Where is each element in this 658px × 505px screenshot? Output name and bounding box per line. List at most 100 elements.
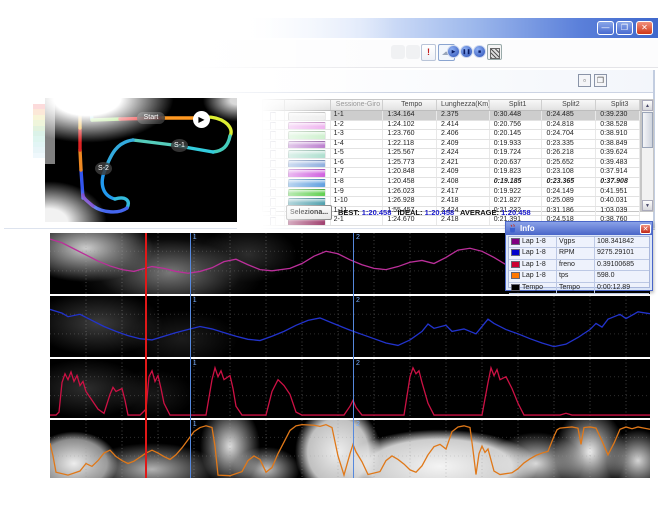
lap-row[interactable]: 1-51:25.5672.4240:19.7240:26.2180:39.624	[263, 149, 640, 159]
info-channel: tps	[556, 271, 594, 281]
faded-tool-icon[interactable]	[406, 45, 420, 59]
lap-checkbox[interactable]	[263, 197, 285, 206]
checkbox-icon[interactable]	[270, 198, 276, 206]
checkbox-icon[interactable]	[270, 169, 276, 177]
lap-cell: 1:25.567	[383, 149, 437, 158]
checkbox-icon[interactable]	[270, 112, 276, 120]
map-play-icon[interactable]: ▶	[193, 111, 210, 128]
ideal-value: 1:20.458	[425, 208, 455, 217]
table-header[interactable]: Sessione-Giro Tempo Lunghezza(Km) Split1…	[263, 100, 640, 111]
lap-color-swatch	[285, 121, 331, 130]
cursor-label: 1	[193, 360, 197, 367]
window-titlebar[interactable]: — ❐ ✕	[0, 18, 658, 38]
header-tempo[interactable]: Tempo	[383, 100, 437, 110]
lap-cell: 0:19.724	[490, 149, 543, 158]
table-scrollbar[interactable]: ▲ ▼	[641, 99, 654, 212]
lap-cell: 0:39.230	[596, 111, 640, 120]
lap-cell: 1:26.928	[383, 197, 437, 206]
series-tps	[50, 425, 650, 476]
lap-cell: 2.414	[437, 121, 490, 130]
lap-cell: 2.418	[437, 216, 490, 225]
info-row: TempoTempo0:00:12.89	[509, 283, 649, 294]
chart-tps[interactable]: 12	[50, 420, 650, 478]
lap-checkbox[interactable]	[263, 111, 285, 120]
video-sync-button[interactable]	[487, 44, 502, 60]
faded-tool-icon[interactable]	[391, 45, 405, 59]
lap-cell: 1:20.458	[383, 178, 437, 187]
play-button[interactable]: ▶	[447, 45, 460, 58]
measure-cursor-2[interactable]	[353, 233, 354, 478]
chart-canvas-RPM	[50, 296, 650, 357]
playback-cursor[interactable]	[145, 233, 147, 478]
checkbox-icon[interactable]	[270, 160, 276, 168]
restore-button[interactable]: ❐	[616, 21, 633, 35]
lap-checkbox[interactable]	[263, 178, 285, 187]
seleziona-button[interactable]: Seleziona...	[286, 205, 332, 220]
lap-checkbox[interactable]	[263, 207, 285, 216]
lap-color-swatch	[285, 149, 331, 158]
lap-cell: 1-10	[331, 197, 384, 206]
lap-checkbox[interactable]	[263, 121, 285, 130]
checkbox-icon[interactable]	[270, 150, 276, 158]
lap-checkbox[interactable]	[263, 140, 285, 149]
measure-cursor-1[interactable]	[190, 233, 191, 478]
lap-checkbox[interactable]	[263, 149, 285, 158]
lap-checkbox[interactable]	[263, 130, 285, 139]
lap-row[interactable]: 1-41:22.1182.4090:19.9330:23.3350:38.849	[263, 140, 640, 150]
internal-frame-titlebar[interactable]	[4, 70, 655, 93]
lap-row[interactable]: 1-91:26.0232.4170:19.9220:24.1490:41.951	[263, 188, 640, 198]
info-value: 598.0	[594, 271, 649, 281]
info-value: 108.341842	[594, 237, 649, 247]
lap-color-swatch	[285, 130, 331, 139]
lap-row[interactable]: 1-81:20.4582.4080:19.1850:23.3650:37.908	[263, 178, 640, 188]
header-split3[interactable]: Split3	[596, 100, 640, 110]
checkbox-icon[interactable]	[270, 208, 276, 216]
scrollbar-thumb[interactable]	[642, 112, 653, 148]
chart-freno[interactable]: 12	[50, 359, 650, 418]
checkbox-icon[interactable]	[270, 217, 276, 225]
lap-row[interactable]: 1-61:25.7732.4210:20.6370:25.6520:39.483	[263, 159, 640, 169]
lap-cell: 1:26.023	[383, 188, 437, 197]
chart-rpm[interactable]: 12	[50, 296, 650, 357]
checkbox-icon[interactable]	[270, 189, 276, 197]
info-titlebar[interactable]: Info ✕	[506, 222, 652, 235]
header-color-col	[285, 100, 331, 110]
close-button[interactable]: ✕	[636, 21, 653, 35]
lap-cell: 1:24.102	[383, 121, 437, 130]
scroll-up-icon[interactable]: ▲	[642, 100, 653, 111]
lap-checkbox[interactable]	[263, 188, 285, 197]
header-split2[interactable]: Split2	[542, 100, 596, 110]
lap-row[interactable]: 1-21:24.1022.4140:20.7560:24.8180:38.528	[263, 121, 640, 131]
checkbox-icon[interactable]	[270, 179, 276, 187]
channel-color-icon	[511, 284, 520, 291]
header-lunghezza[interactable]: Lunghezza(Km)	[437, 100, 490, 110]
lap-row[interactable]: 1-11:34.1642.3750:30.4480:24.4850:39.230	[263, 111, 640, 121]
info-close-icon[interactable]: ✕	[640, 224, 651, 234]
header-split1[interactable]: Split1	[490, 100, 543, 110]
minimize-button[interactable]: —	[597, 21, 614, 35]
frame-maximize-button[interactable]: ❒	[594, 74, 607, 87]
scroll-down-icon[interactable]: ▼	[642, 200, 653, 211]
color-pill-icon	[288, 189, 326, 197]
average-value: 1:20.458	[501, 208, 531, 217]
lap-checkbox[interactable]	[263, 216, 285, 225]
lap-row[interactable]: 1-71:20.8482.4090:19.8230:23.1080:37.914	[263, 168, 640, 178]
stop-button[interactable]: ■	[473, 45, 486, 58]
info-row: Lap 1-8Vgps108.341842	[509, 237, 649, 248]
checkbox-icon[interactable]	[270, 131, 276, 139]
lap-cell: 0:38.849	[596, 140, 640, 149]
lap-color-swatch	[285, 178, 331, 187]
marker-tool-button[interactable]: !	[421, 44, 436, 61]
lap-cell: 0:38.528	[596, 121, 640, 130]
frame-restore-button[interactable]: ▫	[578, 74, 591, 87]
lap-checkbox[interactable]	[263, 159, 285, 168]
checkbox-icon[interactable]	[270, 122, 276, 130]
pause-button[interactable]: ❚❚	[460, 45, 473, 58]
start-line-badge: Start	[137, 112, 165, 124]
lap-cell: 0:24.818	[542, 121, 596, 130]
checkbox-icon[interactable]	[270, 141, 276, 149]
lap-checkbox[interactable]	[263, 168, 285, 177]
lap-row[interactable]: 1-31:23.7602.4060:20.1450:24.7040:38.910	[263, 130, 640, 140]
header-giro[interactable]: Sessione-Giro	[331, 100, 384, 110]
info-lap: Lap 1-8	[522, 271, 556, 281]
